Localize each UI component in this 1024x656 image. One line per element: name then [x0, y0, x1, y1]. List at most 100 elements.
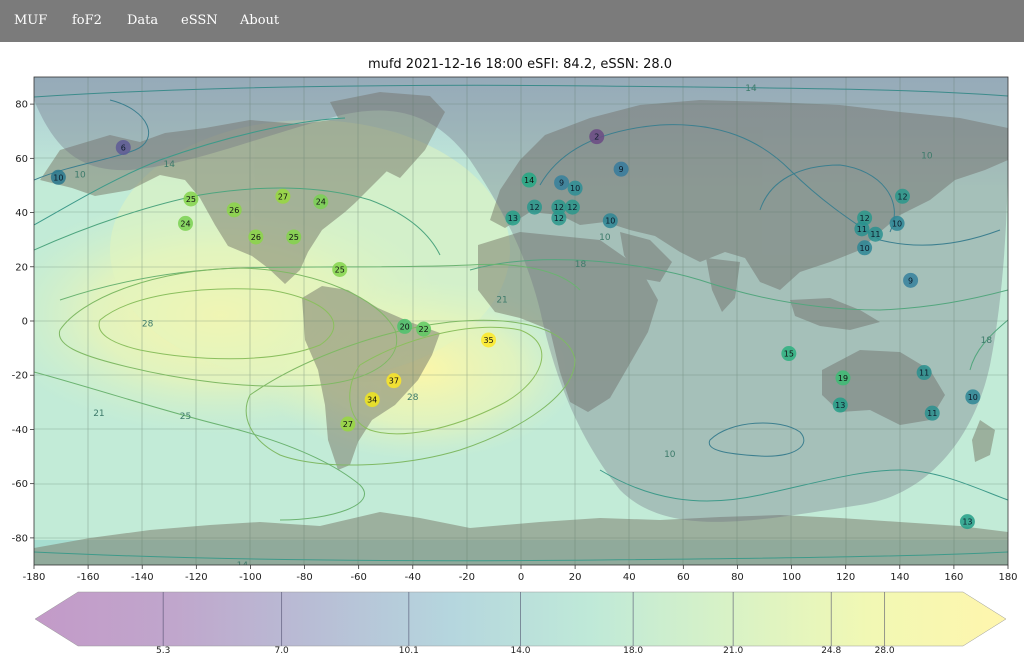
station-value: 10 — [53, 173, 63, 182]
station-marker[interactable]: 12 — [564, 199, 580, 215]
station-marker[interactable]: 25 — [183, 191, 199, 207]
station-value: 12 — [567, 203, 577, 212]
station-marker[interactable]: 11 — [916, 365, 932, 381]
contour-label: 10 — [599, 233, 611, 243]
station-marker[interactable]: 24 — [178, 215, 194, 231]
contour-label: 14 — [164, 160, 176, 170]
colorbar-tick-label: 18.0 — [623, 646, 643, 656]
x-tick-label: 80 — [731, 572, 744, 580]
station-value: 11 — [919, 369, 929, 378]
station-marker[interactable]: 22 — [416, 321, 432, 337]
nav-essn-link[interactable]: eSSN — [181, 0, 218, 42]
contour-label: 28 — [142, 320, 154, 330]
station-value: 24 — [180, 219, 190, 228]
nav-about-link[interactable]: About — [240, 0, 279, 42]
x-tick-label: -40 — [405, 572, 421, 580]
station-value: 26 — [251, 233, 261, 242]
y-tick-label: -60 — [12, 479, 28, 490]
x-tick-label: -100 — [239, 572, 262, 580]
contour-label: 10 — [74, 171, 86, 181]
station-marker[interactable]: 10 — [857, 240, 873, 256]
colorbar-tick-label: 10.1 — [399, 646, 419, 656]
contour-label: 25 — [180, 412, 191, 422]
station-value: 11 — [927, 409, 937, 418]
station-marker[interactable]: 13 — [505, 210, 521, 226]
station-value: 12 — [897, 192, 907, 201]
station-marker[interactable]: 27 — [340, 416, 356, 432]
contour-label: 10 — [921, 152, 933, 162]
station-value: 13 — [508, 214, 518, 223]
nav-data-link[interactable]: Data — [127, 0, 158, 42]
station-marker[interactable]: 13 — [832, 397, 848, 413]
station-value: 11 — [857, 225, 867, 234]
station-marker[interactable]: 12 — [894, 188, 910, 204]
station-marker[interactable]: 19 — [835, 370, 851, 386]
station-marker[interactable]: 26 — [248, 229, 264, 245]
x-tick-label: 140 — [890, 572, 909, 580]
station-value: 9 — [908, 276, 913, 285]
station-marker[interactable]: 13 — [959, 514, 975, 530]
y-tick-label: -80 — [12, 533, 28, 544]
station-marker[interactable]: 20 — [397, 318, 413, 334]
station-marker[interactable]: 10 — [50, 169, 66, 185]
y-tick-label: 0 — [22, 317, 28, 328]
x-tick-label: -180 — [23, 572, 46, 580]
y-axis: 80 60 40 20 0 -20 -40 -60 -80 — [12, 100, 34, 544]
station-marker[interactable]: 15 — [781, 346, 797, 362]
station-marker[interactable]: 10 — [965, 389, 981, 405]
station-marker[interactable]: 11 — [854, 221, 870, 237]
x-tick-label: -60 — [350, 572, 366, 580]
station-value: 20 — [400, 322, 410, 331]
station-marker[interactable]: 12 — [527, 199, 543, 215]
station-marker[interactable]: 6 — [115, 139, 131, 155]
station-value: 12 — [529, 203, 539, 212]
x-tick-label: -140 — [131, 572, 154, 580]
x-tick-label: 100 — [782, 572, 801, 580]
station-value: 6 — [121, 143, 126, 152]
station-marker[interactable]: 35 — [481, 332, 497, 348]
y-tick-label: 80 — [15, 100, 28, 111]
station-value: 24 — [316, 198, 326, 207]
station-marker[interactable]: 37 — [386, 373, 402, 389]
top-navbar: MUF foF2 Data eSSN About — [0, 0, 1024, 42]
station-marker[interactable]: 11 — [924, 405, 940, 421]
y-tick-label: 60 — [15, 154, 28, 165]
station-value: 10 — [968, 393, 978, 402]
station-marker[interactable]: 34 — [364, 392, 380, 408]
colorbar-tick-label: 5.3 — [156, 646, 170, 656]
station-marker[interactable]: 27 — [275, 188, 291, 204]
station-value: 25 — [335, 265, 345, 274]
station-value: 12 — [554, 214, 564, 223]
station-value: 11 — [870, 230, 880, 239]
station-marker[interactable]: 26 — [226, 202, 242, 218]
station-value: 10 — [605, 217, 615, 226]
station-value: 27 — [278, 192, 288, 201]
station-value: 35 — [483, 336, 493, 345]
station-value: 9 — [559, 179, 564, 188]
station-marker[interactable]: 11 — [867, 226, 883, 242]
station-marker[interactable]: 9 — [903, 272, 919, 288]
station-value: 22 — [419, 325, 429, 334]
station-marker[interactable]: 9 — [554, 175, 570, 191]
colorbar-tick-label: 28.0 — [875, 646, 895, 656]
station-marker[interactable]: 25 — [332, 261, 348, 277]
station-marker[interactable]: 10 — [567, 180, 583, 196]
x-tick-label: 60 — [677, 572, 690, 580]
station-value: 13 — [835, 401, 845, 410]
station-marker[interactable]: 25 — [286, 229, 302, 245]
station-marker[interactable]: 2 — [589, 129, 605, 145]
station-marker[interactable]: 24 — [313, 194, 329, 210]
station-value: 14 — [524, 176, 534, 185]
x-tick-label: -160 — [77, 572, 100, 580]
nav-fof2-link[interactable]: foF2 — [72, 0, 102, 42]
nav-muf-link[interactable]: MUF — [14, 0, 47, 42]
colorbar-tick-label: 21.0 — [723, 646, 743, 656]
station-marker[interactable]: 9 — [613, 161, 629, 177]
station-marker[interactable]: 10 — [889, 215, 905, 231]
station-marker[interactable]: 14 — [521, 172, 537, 188]
y-tick-label: -20 — [12, 371, 28, 382]
y-tick-label: 40 — [15, 208, 28, 219]
station-marker[interactable]: 12 — [551, 210, 567, 226]
contour-label: 14 — [745, 84, 757, 94]
station-marker[interactable]: 10 — [602, 213, 618, 229]
